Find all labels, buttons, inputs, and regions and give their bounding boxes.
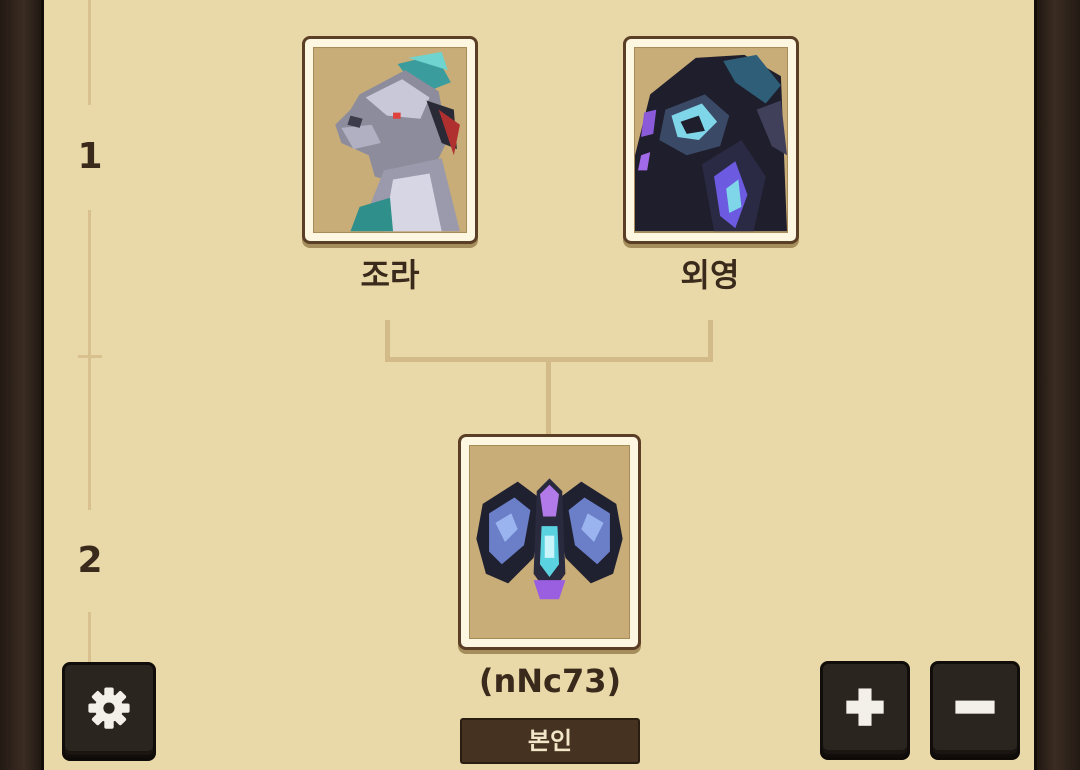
dark-winged-dragon-portrait bbox=[470, 446, 629, 638]
parent-card[interactable] bbox=[623, 36, 799, 244]
connector-line bbox=[546, 357, 551, 437]
generation-ruler-line bbox=[88, 0, 91, 105]
zoom-out-button[interactable] bbox=[930, 661, 1020, 757]
generation-number: 2 bbox=[77, 540, 103, 581]
family-tree-panel[interactable] bbox=[44, 0, 1034, 770]
child-card[interactable] bbox=[458, 434, 641, 650]
left-frame bbox=[0, 0, 44, 770]
right-frame bbox=[1034, 0, 1080, 770]
plus-icon bbox=[846, 688, 884, 726]
generation-divider-tick bbox=[78, 355, 102, 358]
generation-number: 1 bbox=[77, 136, 103, 177]
self-badge: 본인 bbox=[460, 718, 640, 764]
connector-line bbox=[708, 320, 713, 362]
parent-name: 외영 bbox=[680, 256, 740, 294]
parent-name: 조라 bbox=[360, 256, 420, 294]
white-dragon-portrait bbox=[314, 48, 466, 232]
connector-line bbox=[385, 320, 390, 362]
gear-icon bbox=[88, 687, 130, 729]
shadow-dragon-portrait bbox=[635, 48, 787, 232]
child-name: (nNc73) bbox=[478, 662, 622, 700]
zoom-in-button[interactable] bbox=[820, 661, 910, 757]
settings-button[interactable] bbox=[62, 662, 156, 758]
generation-ruler-line bbox=[88, 210, 91, 510]
parent-card[interactable] bbox=[302, 36, 478, 244]
minus-icon bbox=[955, 700, 995, 714]
